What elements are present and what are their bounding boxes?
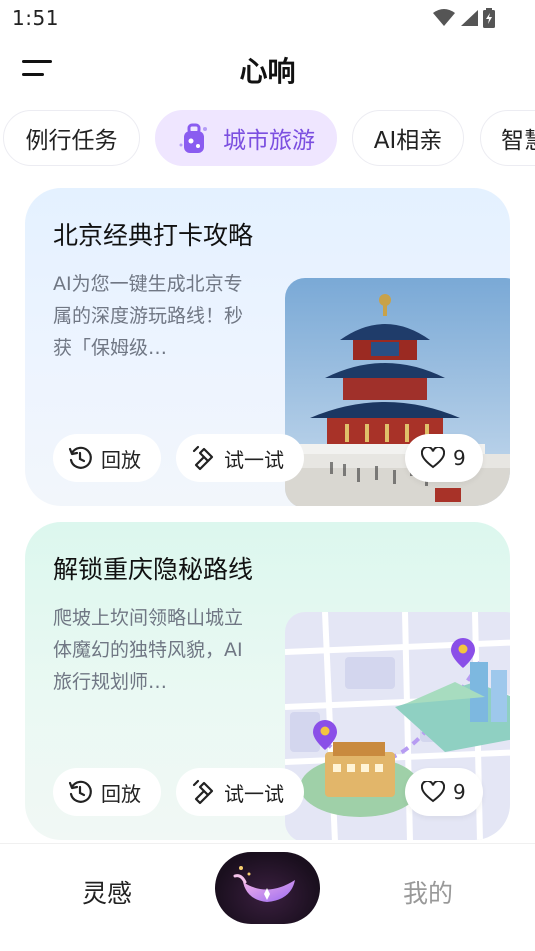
tab-label: 智慧: [501, 128, 535, 154]
tab-label: 例行任务: [25, 128, 118, 154]
nav-inspiration[interactable]: 灵感: [82, 874, 132, 910]
like-button[interactable]: 9: [405, 434, 483, 482]
replay-button[interactable]: 回放: [53, 768, 161, 816]
tab-label: 城市旅游: [223, 128, 315, 154]
try-hand-icon: [192, 445, 214, 471]
app-title: 心响: [239, 55, 296, 88]
status-icons: [433, 8, 495, 28]
like-button[interactable]: 9: [405, 768, 483, 816]
bottom-nav: 灵感 我的: [0, 843, 535, 951]
category-tabs: 例行任务 城市旅游 AI相亲 智慧: [0, 110, 535, 166]
signal-icon: [461, 10, 478, 26]
heart-icon: [421, 447, 445, 469]
replay-button[interactable]: 回放: [53, 434, 161, 482]
app-header: 心响: [0, 40, 535, 100]
tab-label: AI相亲: [373, 128, 443, 154]
tab-routine-tasks[interactable]: 例行任务: [3, 110, 140, 166]
try-label: 试一试: [224, 781, 284, 806]
try-button[interactable]: 试一试: [176, 768, 304, 816]
status-bar: 1:51: [0, 0, 535, 36]
tab-ai-dating[interactable]: AI相亲: [352, 110, 464, 166]
wifi-icon: [433, 9, 455, 26]
card-title: 解锁重庆隐秘路线: [53, 555, 254, 584]
travel-bag-icon: [179, 123, 207, 153]
try-button[interactable]: 试一试: [176, 434, 304, 482]
heart-icon: [421, 781, 445, 803]
try-hand-icon: [192, 779, 214, 805]
nav-profile[interactable]: 我的: [403, 874, 453, 910]
tab-wisdom[interactable]: 智慧: [480, 110, 535, 166]
replay-label: 回放: [101, 447, 141, 472]
replay-icon: [68, 780, 92, 803]
status-time: 1:51: [12, 6, 59, 30]
magic-lamp-icon: [233, 866, 295, 902]
plan-card-chongqing[interactable]: 解锁重庆隐秘路线 爬坡上坎间领略山城立体魔幻的独特风貌，AI旅行规划师… 回放 …: [25, 522, 510, 840]
replay-icon: [68, 446, 92, 469]
nav-create-button[interactable]: [215, 852, 320, 924]
replay-label: 回放: [101, 781, 141, 806]
plan-card-beijing[interactable]: 北京经典打卡攻略 AI为您一键生成北京专属的深度游玩路线！秒获「保姆级… 回放 …: [25, 188, 510, 506]
card-title: 北京经典打卡攻略: [53, 221, 254, 250]
try-label: 试一试: [224, 447, 284, 472]
card-description: 爬坡上坎间领略山城立体魔幻的独特风貌，AI旅行规划师…: [53, 607, 244, 693]
card-description: AI为您一键生成北京专属的深度游玩路线！秒获「保姆级…: [53, 273, 244, 359]
battery-icon: [483, 8, 495, 28]
like-count: 9: [453, 780, 466, 804]
like-count: 9: [453, 446, 466, 470]
tab-city-travel[interactable]: 城市旅游: [155, 110, 337, 166]
